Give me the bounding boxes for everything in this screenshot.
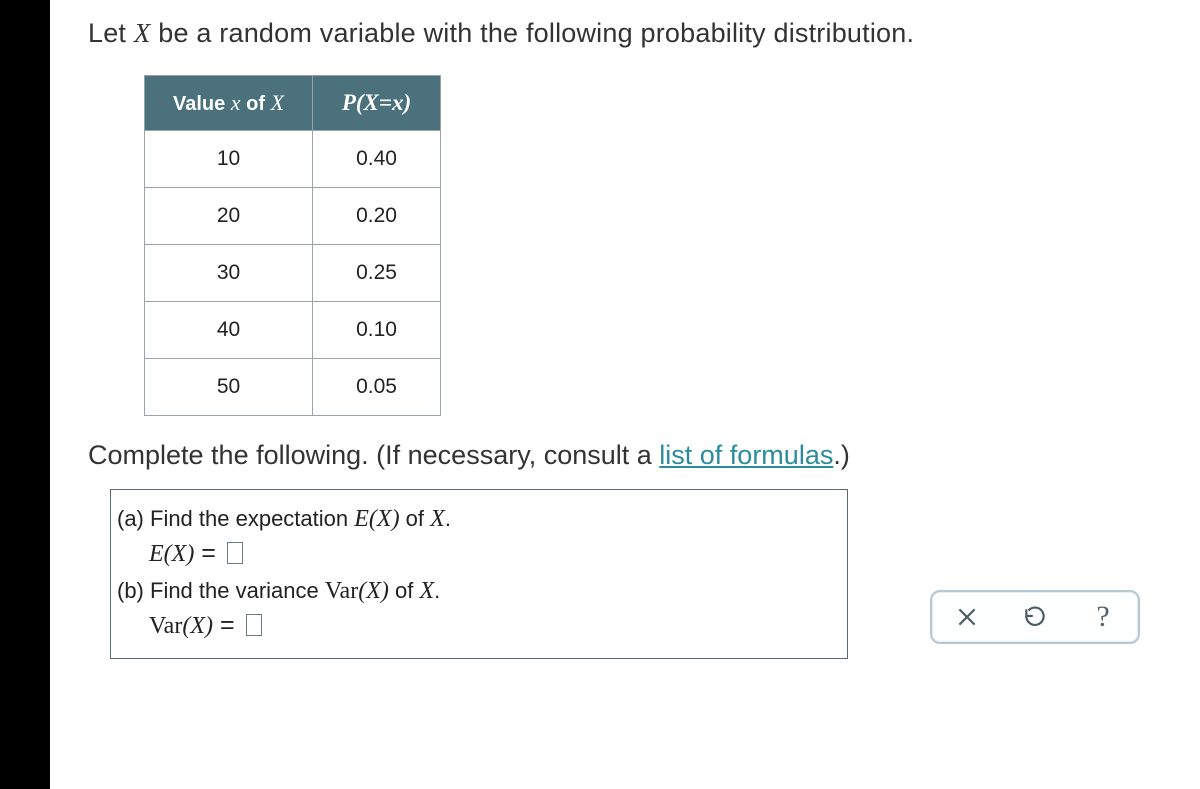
part-b-expr: Var(X) [325,578,389,604]
toolbar: ? [930,590,1140,644]
table-row: 30 0.25 [145,245,441,302]
close-icon [954,604,980,630]
undo-icon [1022,604,1048,630]
cell-p: 0.40 [313,131,441,188]
part-b-var: X [419,578,434,604]
part-a: (a) Find the expectation E(X) of X. [117,506,833,533]
instruction-prefix: Complete the following. (If necessary, c… [88,440,659,470]
part-b-label: (b) Find the variance [117,578,325,603]
instruction-line: Complete the following. (If necessary, c… [88,440,1172,471]
prompt-prefix: Let [88,18,134,48]
part-a-label: (a) Find the expectation [117,506,354,531]
part-a-lhs: E(X) [149,541,194,567]
question-prompt: Let X be a random variable with the foll… [88,18,1172,49]
table-row: 10 0.40 [145,131,441,188]
variance-input[interactable] [246,614,262,636]
part-a-equation: E(X) = [149,539,833,568]
part-b: (b) Find the variance Var(X) of X. [117,578,833,605]
cell-x: 10 [145,131,313,188]
part-a-var: X [430,506,445,532]
header-probability: P(X=x) [313,76,441,131]
formulas-link[interactable]: list of formulas [659,440,833,470]
reset-button[interactable] [1020,602,1050,632]
cell-p: 0.20 [313,188,441,245]
header-value: Value x of X [145,76,313,131]
question-mark-icon: ? [1096,600,1109,634]
cell-x: 30 [145,245,313,302]
table-row: 50 0.05 [145,359,441,416]
prompt-variable: X [134,18,151,48]
cell-p: 0.10 [313,302,441,359]
part-b-of: of [389,578,420,603]
cell-x: 50 [145,359,313,416]
cell-x: 40 [145,302,313,359]
cell-p: 0.25 [313,245,441,302]
part-a-of: of [400,506,431,531]
table-row: 40 0.10 [145,302,441,359]
clear-button[interactable] [952,602,982,632]
part-a-expr: E(X) [354,506,399,532]
instruction-suffix: .) [833,440,850,470]
prompt-suffix: be a random variable with the following … [151,18,915,48]
cell-p: 0.05 [313,359,441,416]
cell-x: 20 [145,188,313,245]
part-a-period: . [445,506,451,531]
eq-op: = [194,539,223,567]
part-b-equation: Var(X) = [149,611,833,640]
left-sidebar [0,0,50,789]
part-b-period: . [434,578,440,603]
table-row: 20 0.20 [145,188,441,245]
distribution-table: Value x of X P(X=x) 10 0.40 20 0.20 [144,75,441,416]
answer-box: (a) Find the expectation E(X) of X. E(X)… [110,489,848,659]
eq-op: = [213,611,242,639]
help-button[interactable]: ? [1088,602,1118,632]
table-header-row: Value x of X P(X=x) [145,76,441,131]
question-content: Let X be a random variable with the foll… [50,0,1200,789]
part-b-lhs: Var(X) [149,613,213,639]
expectation-input[interactable] [227,542,243,564]
